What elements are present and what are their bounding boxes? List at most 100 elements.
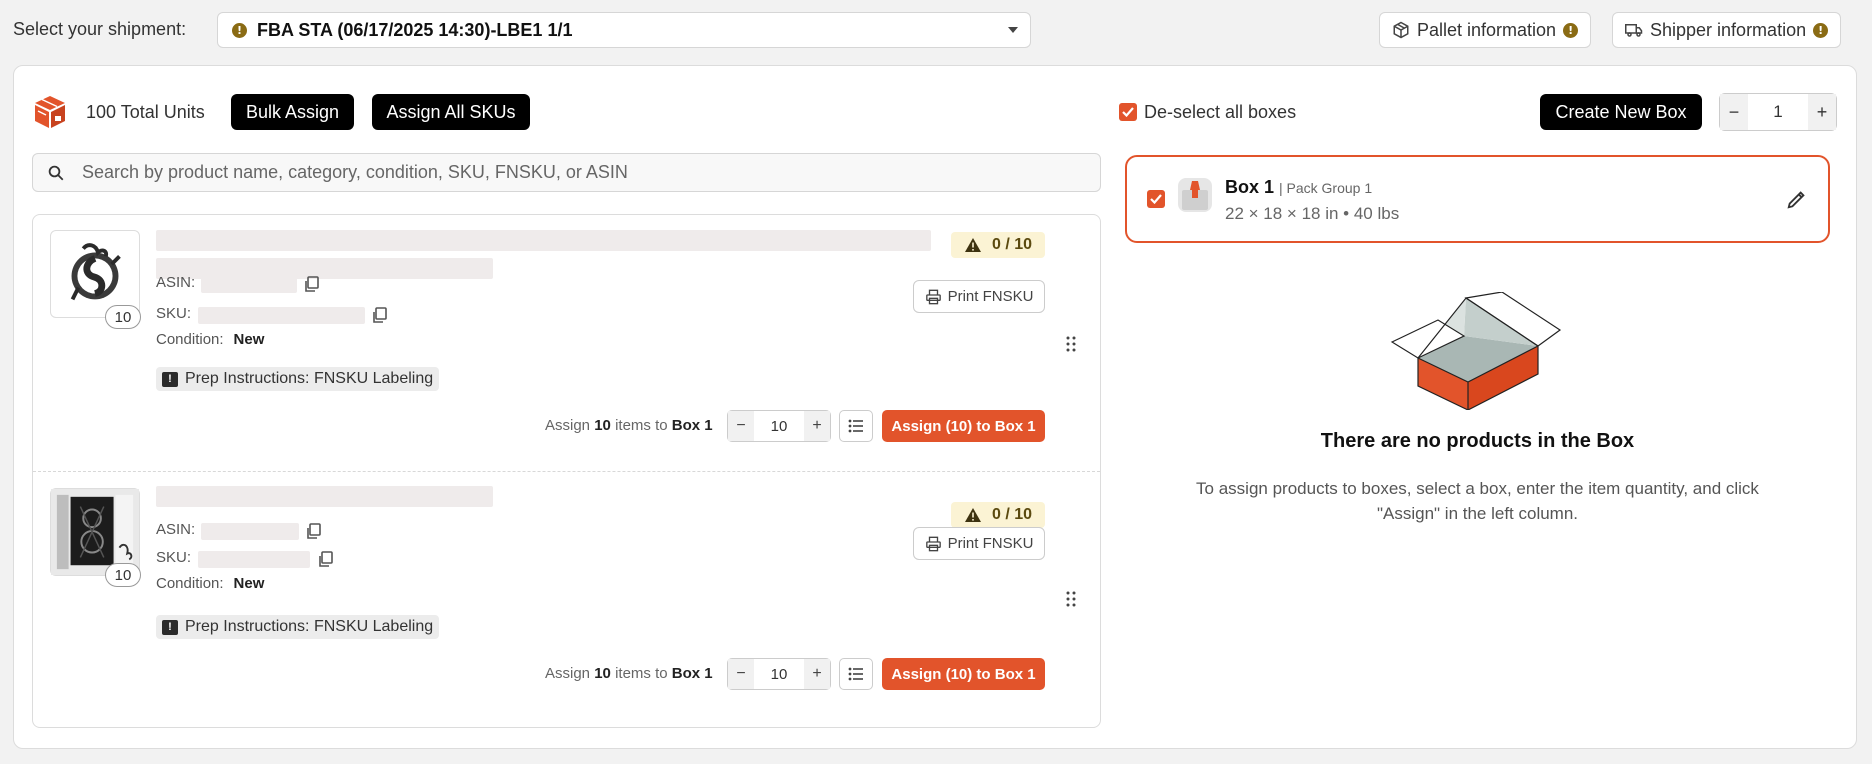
asin-label: ASIN: xyxy=(156,521,196,538)
pack-group-label: | Pack Group 1 xyxy=(1279,180,1373,196)
condition-row: Condition: New xyxy=(156,575,264,592)
empty-state-description: To assign products to boxes, select a bo… xyxy=(1196,479,1759,523)
search-icon xyxy=(48,165,64,180)
assign-all-skus-button[interactable]: Assign All SKUs xyxy=(372,94,530,130)
deselect-all-checkbox[interactable] xyxy=(1119,103,1137,121)
truck-icon xyxy=(1625,24,1643,37)
copy-icon[interactable] xyxy=(305,523,321,540)
asin-value-placeholder xyxy=(201,276,297,293)
warning-icon: ! xyxy=(1813,22,1829,38)
decrement-button[interactable]: − xyxy=(728,411,754,441)
alert-message-icon: ! xyxy=(162,371,178,387)
product-list: 10 ASIN: SKU: Condition: New ! Prep Inst… xyxy=(32,214,1101,728)
warning-triangle-icon xyxy=(964,508,981,522)
copy-icon[interactable] xyxy=(303,276,319,293)
copy-icon[interactable] xyxy=(317,551,333,568)
chevron-down-icon xyxy=(1008,27,1018,33)
quantity-stepper: − 10 + xyxy=(727,658,831,690)
product-image[interactable]: 10 xyxy=(50,230,141,329)
create-new-box-button[interactable]: Create New Box xyxy=(1540,94,1702,130)
shipment-value: FBA STA (06/17/2025 14:30)-LBE1 1/1 xyxy=(257,19,573,40)
package-icon xyxy=(1393,21,1409,39)
empty-box-illustration xyxy=(1390,292,1562,410)
assign-summary: Assign 10 items to Box 1 xyxy=(545,665,713,682)
product-row: 10 ASIN: SKU: Condition: New ! Prep Inst… xyxy=(33,215,1100,471)
print-fnsku-button[interactable]: Print FNSKU xyxy=(913,280,1045,313)
assign-box: Box 1 xyxy=(671,417,713,434)
pallet-information-button[interactable]: Pallet information ! xyxy=(1379,12,1592,48)
copy-icon[interactable] xyxy=(371,307,387,324)
box-icon xyxy=(1178,178,1212,212)
product-row: 10 ASIN: SKU: Condition: New ! Prep Inst… xyxy=(33,471,1100,727)
edit-pencil-icon[interactable] xyxy=(1786,188,1808,210)
condition-label: Condition: xyxy=(156,331,224,348)
increment-button[interactable]: + xyxy=(804,411,830,441)
assign-to-box-button[interactable]: Assign (10) to Box 1 xyxy=(882,410,1045,442)
prep-instructions-tag: ! Prep Instructions: FNSKU Labeling xyxy=(156,367,440,391)
shipper-information-label: Shipper information xyxy=(1650,19,1807,40)
list-icon xyxy=(848,419,863,433)
shipment-select[interactable]: ! FBA STA (06/17/2025 14:30)-LBE1 1/1 xyxy=(217,12,1031,48)
warning-icon: ! xyxy=(232,22,247,38)
sku-row: SKU: xyxy=(156,549,191,566)
assign-to-box-button[interactable]: Assign (10) to Box 1 xyxy=(882,658,1045,690)
quantity-stepper: − 10 + xyxy=(727,410,831,442)
quantity-status-text: 0 / 10 xyxy=(991,506,1033,523)
assign-prefix: Assign xyxy=(545,417,591,434)
quantity-value[interactable]: 10 xyxy=(754,418,804,435)
search-input[interactable] xyxy=(82,162,1082,183)
box-count-value[interactable]: 1 xyxy=(1748,102,1808,122)
box-card[interactable]: Box 1 | Pack Group 1 22 × 18 × 18 in • 4… xyxy=(1125,155,1830,243)
quantity-status-text: 0 / 10 xyxy=(991,236,1033,253)
search-bar xyxy=(32,153,1101,192)
list-view-button[interactable] xyxy=(839,410,873,442)
drag-handle-icon[interactable] xyxy=(1065,336,1077,352)
box-count-stepper: − 1 + xyxy=(1719,93,1837,131)
checkmark-icon xyxy=(1122,107,1134,117)
decrement-button[interactable]: − xyxy=(1720,94,1748,130)
warning-icon: ! xyxy=(1563,22,1579,38)
product-image[interactable]: 10 xyxy=(50,488,141,587)
box-dimensions: 22 × 18 × 18 in • 40 lbs xyxy=(1225,204,1400,223)
print-fnsku-button[interactable]: Print FNSKU xyxy=(913,527,1045,560)
quantity-value[interactable]: 10 xyxy=(754,666,804,683)
sku-label: SKU: xyxy=(156,549,192,566)
deselect-all-label: De-select all boxes xyxy=(1144,102,1297,122)
sku-value-placeholder xyxy=(198,307,365,324)
total-units: 100 Total Units xyxy=(86,102,205,122)
asin-row: ASIN: xyxy=(156,521,195,538)
sku-row: SKU: xyxy=(156,305,191,322)
boxes-logo-icon xyxy=(35,96,65,128)
shipment-label: Select your shipment: xyxy=(13,19,187,39)
decrement-button[interactable]: − xyxy=(728,659,754,689)
top-bar: Select your shipment: ! FBA STA (06/17/2… xyxy=(0,0,1872,60)
title-placeholder xyxy=(156,230,931,251)
shipper-information-button[interactable]: Shipper information ! xyxy=(1612,12,1842,48)
condition-value: New xyxy=(233,331,265,348)
printer-icon xyxy=(925,289,941,304)
list-view-button[interactable] xyxy=(839,658,873,690)
box-name: Box 1 xyxy=(1225,177,1275,197)
list-icon xyxy=(848,667,863,681)
increment-button[interactable]: + xyxy=(804,659,830,689)
assign-count: 10 xyxy=(594,417,611,434)
prep-instructions-label: Prep Instructions: FNSKU Labeling xyxy=(185,370,434,387)
bulk-assign-button[interactable]: Bulk Assign xyxy=(231,94,354,130)
warning-triangle-icon xyxy=(964,238,981,252)
box-select-checkbox[interactable] xyxy=(1147,190,1165,208)
drag-handle-icon[interactable] xyxy=(1065,591,1077,607)
sku-label: SKU: xyxy=(156,305,192,322)
print-fnsku-label: Print FNSKU xyxy=(947,535,1034,552)
condition-label: Condition: xyxy=(156,575,224,592)
prep-instructions-label: Prep Instructions: FNSKU Labeling xyxy=(185,618,434,635)
assign-prefix: Assign xyxy=(545,665,591,682)
condition-row: Condition: New xyxy=(156,331,264,348)
asin-label: ASIN: xyxy=(156,274,196,291)
checkmark-icon xyxy=(1150,194,1162,204)
increment-button[interactable]: + xyxy=(1808,94,1836,130)
printer-icon xyxy=(925,536,941,551)
assign-count: 10 xyxy=(594,665,611,682)
assign-middle: items to xyxy=(615,665,668,682)
print-fnsku-label: Print FNSKU xyxy=(947,288,1034,305)
alert-message-icon: ! xyxy=(162,619,178,635)
